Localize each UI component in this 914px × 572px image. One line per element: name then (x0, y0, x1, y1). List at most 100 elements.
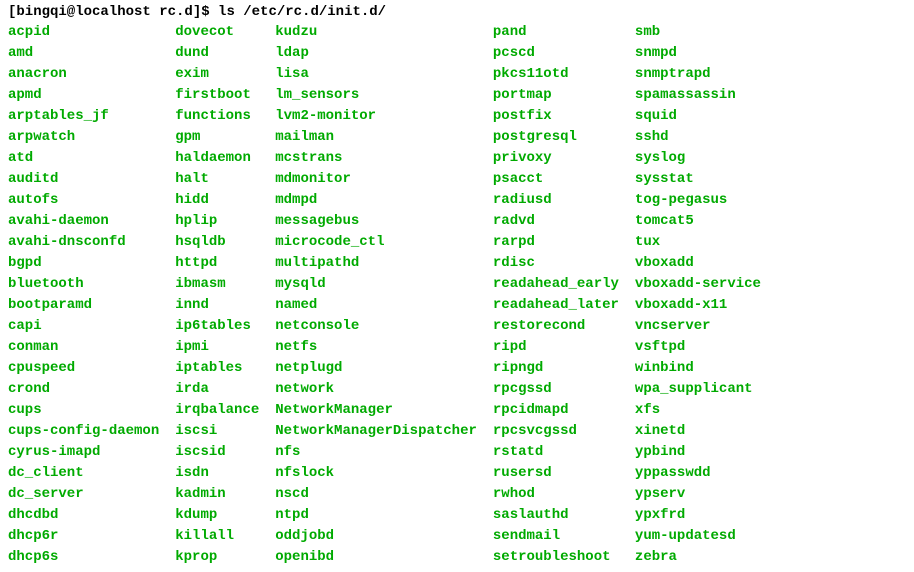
file-entry: ipmi (175, 337, 259, 358)
file-entry: anacron (8, 64, 159, 85)
file-entry: mailman (275, 127, 477, 148)
file-entry: snmpd (635, 43, 761, 64)
file-entry: avahi-dnsconfd (8, 232, 159, 253)
file-entry: ripngd (493, 358, 619, 379)
file-entry: isdn (175, 463, 259, 484)
file-entry: tomcat5 (635, 211, 761, 232)
file-entry: iptables (175, 358, 259, 379)
file-entry: dc_client (8, 463, 159, 484)
file-entry: rwhod (493, 484, 619, 505)
file-entry: syslog (635, 148, 761, 169)
shell-command: ls /etc/rc.d/init.d/ (218, 4, 386, 20)
file-entry: amd (8, 43, 159, 64)
file-entry: kadmin (175, 484, 259, 505)
file-entry: arptables_jf (8, 106, 159, 127)
file-entry: killall (175, 526, 259, 547)
file-entry: mysqld (275, 274, 477, 295)
file-entry: yppasswdd (635, 463, 761, 484)
file-entry: wpa_supplicant (635, 379, 761, 400)
file-entry: multipathd (275, 253, 477, 274)
file-entry: portmap (493, 85, 619, 106)
file-entry: smb (635, 22, 761, 43)
file-entry: atd (8, 148, 159, 169)
file-entry: sendmail (493, 526, 619, 547)
file-entry: setroubleshoot (493, 547, 619, 568)
file-entry: kprop (175, 547, 259, 568)
file-entry: ypxfrd (635, 505, 761, 526)
file-entry: psacct (493, 169, 619, 190)
file-entry: messagebus (275, 211, 477, 232)
file-entry: functions (175, 106, 259, 127)
file-entry: radiusd (493, 190, 619, 211)
file-entry: apmd (8, 85, 159, 106)
file-entry: dhcp6s (8, 547, 159, 568)
file-entry: winbind (635, 358, 761, 379)
file-entry: radvd (493, 211, 619, 232)
file-entry: xinetd (635, 421, 761, 442)
file-entry: conman (8, 337, 159, 358)
directory-listing: acpidamdanacronapmdarptables_jfarpwatcha… (8, 22, 906, 568)
file-entry: vboxadd-service (635, 274, 761, 295)
file-entry: vboxadd-x11 (635, 295, 761, 316)
file-entry: halt (175, 169, 259, 190)
file-entry: vboxadd (635, 253, 761, 274)
file-entry: dhcp6r (8, 526, 159, 547)
file-entry: ibmasm (175, 274, 259, 295)
file-entry: named (275, 295, 477, 316)
file-entry: postgresql (493, 127, 619, 148)
file-entry: kudzu (275, 22, 477, 43)
file-entry: iscsi (175, 421, 259, 442)
file-entry: yum-updatesd (635, 526, 761, 547)
file-entry: haldaemon (175, 148, 259, 169)
file-entry: dovecot (175, 22, 259, 43)
file-entry: iscsid (175, 442, 259, 463)
file-entry: kdump (175, 505, 259, 526)
file-entry: crond (8, 379, 159, 400)
file-entry: irda (175, 379, 259, 400)
file-entry: lisa (275, 64, 477, 85)
file-entry: ntpd (275, 505, 477, 526)
file-entry: readahead_early (493, 274, 619, 295)
file-entry: nfslock (275, 463, 477, 484)
file-entry: ypserv (635, 484, 761, 505)
terminal-prompt-line: [bingqi@localhost rc.d]$ ls /etc/rc.d/in… (8, 4, 906, 20)
file-entry: postfix (493, 106, 619, 127)
file-entry: nscd (275, 484, 477, 505)
file-entry: autofs (8, 190, 159, 211)
listing-column-3: kudzuldaplisalm_sensorslvm2-monitormailm… (275, 22, 477, 568)
file-entry: saslauthd (493, 505, 619, 526)
file-entry: pkcs11otd (493, 64, 619, 85)
file-entry: bootparamd (8, 295, 159, 316)
listing-column-1: acpidamdanacronapmdarptables_jfarpwatcha… (8, 22, 159, 568)
file-entry: exim (175, 64, 259, 85)
file-entry: rpcgssd (493, 379, 619, 400)
file-entry: ripd (493, 337, 619, 358)
shell-prompt: [bingqi@localhost rc.d]$ (8, 4, 218, 20)
file-entry: snmptrapd (635, 64, 761, 85)
file-entry: readahead_later (493, 295, 619, 316)
file-entry: arpwatch (8, 127, 159, 148)
file-entry: NetworkManager (275, 400, 477, 421)
file-entry: firstboot (175, 85, 259, 106)
file-entry: xfs (635, 400, 761, 421)
file-entry: tux (635, 232, 761, 253)
file-entry: restorecond (493, 316, 619, 337)
file-entry: ip6tables (175, 316, 259, 337)
file-entry: bluetooth (8, 274, 159, 295)
file-entry: cpuspeed (8, 358, 159, 379)
listing-column-5: smbsnmpdsnmptrapdspamassassinsquidsshdsy… (635, 22, 761, 568)
file-entry: rdisc (493, 253, 619, 274)
file-entry: network (275, 379, 477, 400)
file-entry: netfs (275, 337, 477, 358)
file-entry: sysstat (635, 169, 761, 190)
file-entry: privoxy (493, 148, 619, 169)
file-entry: mdmonitor (275, 169, 477, 190)
file-entry: cups (8, 400, 159, 421)
file-entry: mcstrans (275, 148, 477, 169)
listing-column-2: dovecotdundeximfirstbootfunctionsgpmhald… (175, 22, 259, 568)
file-entry: gpm (175, 127, 259, 148)
file-entry: microcode_ctl (275, 232, 477, 253)
file-entry: irqbalance (175, 400, 259, 421)
file-entry: bgpd (8, 253, 159, 274)
file-entry: auditd (8, 169, 159, 190)
